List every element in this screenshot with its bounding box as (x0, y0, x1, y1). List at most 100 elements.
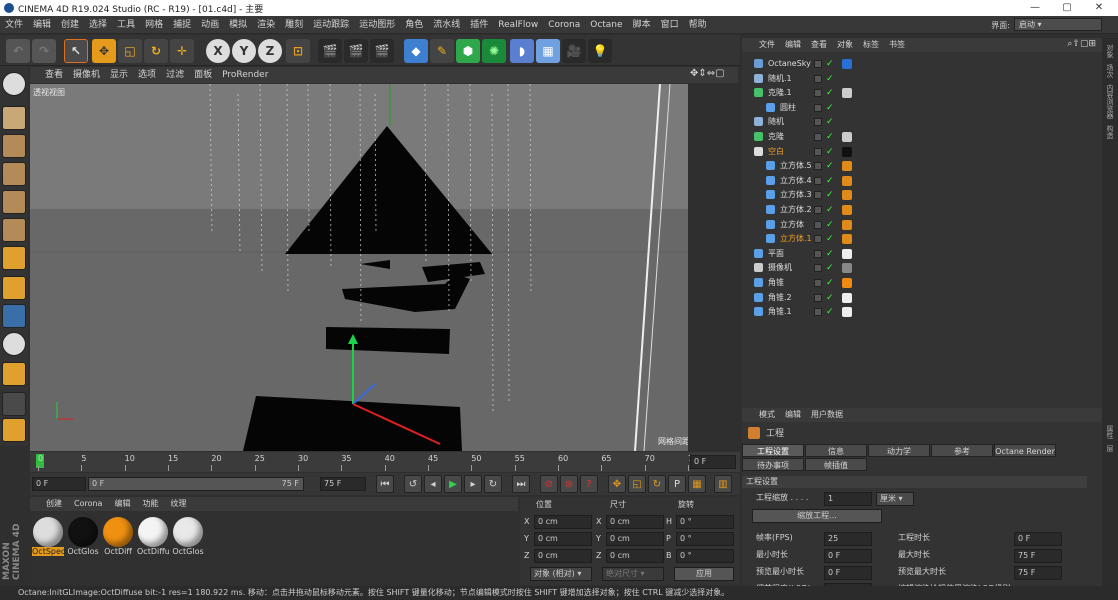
sidebar-tab[interactable]: 层 (1105, 445, 1115, 452)
object-menu-item[interactable]: 查看 (806, 38, 832, 52)
coord-mode-select[interactable]: 对象 (相对) ▾ (530, 567, 592, 581)
menu-item[interactable]: Octane (585, 16, 627, 34)
visibility-dot-icon[interactable] (814, 176, 822, 185)
coord-value-field[interactable]: 0 cm (606, 515, 664, 529)
autokey-icon[interactable]: ⊛ (560, 475, 578, 493)
prev-frame-icon[interactable]: ◂ (424, 475, 442, 493)
enabled-check-icon[interactable]: ✓ (826, 291, 834, 305)
object-tag-icon[interactable] (842, 263, 852, 274)
undo-button[interactable]: ↶ (6, 39, 30, 63)
timeline-ruler[interactable]: 051015202530354045505560657075 0 F (30, 452, 740, 472)
end-frame-field[interactable]: 75 F (320, 477, 366, 491)
object-name[interactable]: 立方体.5 (780, 159, 812, 173)
menu-item[interactable]: 捕捉 (168, 16, 196, 34)
menu-item[interactable]: 脚本 (628, 16, 656, 34)
polygons-mode-icon[interactable] (2, 246, 26, 270)
object-tag-icon[interactable] (842, 278, 852, 288)
render-view-icon[interactable]: 🎬 (318, 39, 342, 63)
object-tag-icon[interactable] (842, 146, 852, 157)
attr-tab[interactable]: 参考 (931, 444, 993, 457)
material-menu-item[interactable]: 纹理 (164, 497, 192, 511)
object-row[interactable]: 圆柱 ✓ (742, 101, 1102, 115)
material-menu-item[interactable]: 创建 (40, 497, 68, 511)
object-name[interactable]: 立方体.1 (780, 232, 812, 246)
object-tag-icon[interactable] (842, 132, 852, 142)
coord-value-field[interactable]: 0 cm (534, 515, 592, 529)
enabled-check-icon[interactable]: ✓ (826, 203, 834, 217)
object-name[interactable]: OctaneSky (768, 57, 811, 71)
object-row[interactable]: 摄像机 ✓ (742, 261, 1102, 275)
object-tag-icon[interactable] (842, 161, 852, 172)
menu-item[interactable]: 模拟 (224, 16, 252, 34)
menu-item[interactable]: 帮助 (684, 16, 712, 34)
attr-field-value[interactable]: 0 F (1014, 532, 1062, 546)
object-menu-item[interactable]: 对象 (832, 38, 858, 52)
size-mode-select[interactable]: 绝对尺寸 ▾ (602, 567, 664, 581)
object-row[interactable]: 克隆 ✓ (742, 130, 1102, 144)
mograph-cloner-icon[interactable]: ✺ (482, 39, 506, 63)
redo-button[interactable]: ↷ (32, 39, 56, 63)
menu-item[interactable]: 动画 (196, 16, 224, 34)
goto-start-icon[interactable]: ⏮ (376, 475, 394, 493)
enabled-check-icon[interactable]: ✓ (826, 174, 834, 188)
apply-button[interactable]: 应用 (674, 567, 734, 581)
snap-icon[interactable] (2, 332, 26, 356)
object-tag-icon[interactable] (842, 248, 852, 259)
menu-item[interactable]: 运动图形 (354, 16, 400, 34)
floor-icon[interactable]: ▦ (536, 39, 560, 63)
attr-tab[interactable]: 工程设置 (742, 444, 804, 457)
visibility-dot-icon[interactable] (814, 264, 822, 273)
menu-item[interactable]: 运动跟踪 (308, 16, 354, 34)
enabled-check-icon[interactable]: ✓ (826, 145, 834, 159)
object-menu-item[interactable]: 书签 (884, 38, 910, 52)
attr-field-value[interactable]: 0 F (824, 549, 872, 563)
object-row[interactable]: 立方体.5 ✓ (742, 159, 1102, 173)
object-row[interactable]: 角锥.2 ✓ (742, 291, 1102, 305)
menu-item[interactable]: 渲染 (252, 16, 280, 34)
render-picture-viewer-icon[interactable]: 🎬 (344, 39, 368, 63)
coord-value-field[interactable]: 0 cm (606, 532, 664, 546)
object-name[interactable]: 克隆.1 (768, 86, 792, 100)
visibility-dot-icon[interactable] (814, 89, 822, 98)
attr-field-value[interactable]: 0 F (824, 566, 872, 580)
camera-icon[interactable]: 🎥 (562, 39, 586, 63)
object-name[interactable]: 平面 (768, 247, 784, 261)
material-swatch[interactable]: OctSpec (32, 517, 64, 563)
viewport-nav-icon[interactable]: ✥⇕⇔▢ (690, 68, 725, 79)
object-name[interactable]: 立方体 (780, 218, 804, 232)
sidebar-tab[interactable]: 场次 (1105, 64, 1115, 78)
sidebar-tab[interactable]: 属性 (1105, 425, 1115, 439)
object-tag-icon[interactable] (842, 190, 852, 201)
object-name[interactable]: 随机 (768, 115, 784, 129)
material-swatch[interactable]: OctDiffu (137, 517, 169, 563)
scale-value-field[interactable]: 1 (824, 492, 872, 506)
rotate-tool-icon[interactable]: ↻ (144, 39, 168, 63)
object-row[interactable]: 角锥 ✓ (742, 276, 1102, 290)
object-menu-item[interactable]: 文件 (754, 38, 780, 52)
coord-value-field[interactable]: 0 ° (676, 532, 734, 546)
menu-item[interactable]: 文件 (0, 16, 28, 34)
enabled-check-icon[interactable]: ✓ (826, 261, 834, 275)
select-tool-icon[interactable]: ↖ (64, 39, 88, 63)
attr-field-value[interactable]: 75 F (1014, 549, 1062, 563)
attribute-menu-item[interactable]: 模式 (754, 408, 780, 422)
timeline-window-icon[interactable]: ▥ (714, 475, 732, 493)
visibility-dot-icon[interactable] (814, 293, 822, 302)
coord-value-field[interactable]: 0 cm (534, 549, 592, 563)
material-swatch[interactable]: OctDiff (102, 517, 134, 563)
object-row[interactable]: OctaneSky ✓ (742, 57, 1102, 71)
workplane-mode-icon[interactable] (2, 162, 26, 186)
lock-workplane-icon[interactable] (2, 392, 26, 416)
keyframe-selection-icon[interactable]: ? (580, 475, 598, 493)
object-row[interactable]: 立方体.2 ✓ (742, 203, 1102, 217)
move-tool-icon[interactable]: ✥ (92, 39, 116, 63)
magnet-icon[interactable] (2, 362, 26, 386)
z-axis-icon[interactable]: Z (258, 39, 282, 63)
record-icon[interactable]: ⊘ (540, 475, 558, 493)
material-swatch[interactable]: OctGlos (67, 517, 99, 563)
object-menu-item[interactable]: 编辑 (780, 38, 806, 52)
visibility-dot-icon[interactable] (814, 308, 822, 317)
object-row[interactable]: 立方体.3 ✓ (742, 188, 1102, 202)
menu-item[interactable]: 工具 (112, 16, 140, 34)
object-name[interactable]: 角锥 (768, 276, 784, 290)
